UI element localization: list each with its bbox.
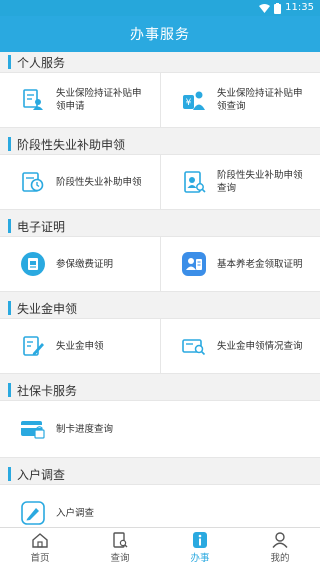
section-header-card: 社保卡服务 [0, 380, 320, 400]
section-header-survey: 入户调查 [0, 464, 320, 484]
section-title: 电子证明 [17, 219, 66, 234]
service-label: 失业金申领情况查询 [217, 340, 303, 352]
info-icon [193, 531, 207, 548]
section-header-personal: 个人服务 [0, 52, 320, 72]
service-item-phased-query[interactable]: 阶段性失业补助申领查询 [160, 155, 320, 209]
home-icon [32, 532, 48, 548]
section-accent [8, 467, 11, 481]
section-title: 个人服务 [17, 55, 66, 70]
tab-label: 办事 [190, 552, 210, 564]
section-accent [8, 55, 11, 69]
battery-icon [274, 2, 282, 14]
service-item-subsidy-apply[interactable]: 失业保险持证补贴申领申请 [0, 73, 160, 127]
service-label: 制卡进度查询 [56, 423, 114, 435]
section-accent [8, 137, 11, 151]
calendar-clock-icon [20, 169, 46, 195]
search-person-icon [181, 169, 207, 195]
section-header-certificates: 电子证明 [0, 216, 320, 236]
section-accent [8, 219, 11, 233]
service-label: 基本养老金领取证明 [217, 258, 303, 270]
card-lock-icon [20, 416, 46, 442]
tab-home[interactable]: 首页 [0, 528, 80, 567]
status-bar: 11:35 [0, 0, 320, 16]
title-bar: 办事服务 [0, 16, 320, 52]
section-title: 入户调查 [17, 467, 66, 482]
service-item-phased-apply[interactable]: 阶段性失业补助申领 [0, 155, 160, 209]
section-row-certificates: 参保缴费证明 基本养老金领取证明 [0, 236, 320, 292]
query-icon [113, 531, 128, 548]
service-item-unemployment-query[interactable]: 失业金申领情况查询 [160, 319, 320, 373]
svg-text:¥: ¥ [186, 98, 192, 108]
service-item-card-progress[interactable]: 制卡进度查询 [0, 401, 320, 457]
service-list[interactable]: 个人服务 失业保险持证补贴申领申请 ¥ 失业保险持证补贴申领查询 阶段性失业补助… [0, 52, 320, 527]
section-accent [8, 383, 11, 397]
user-icon [272, 531, 288, 548]
section-title: 失业金申领 [17, 301, 78, 316]
service-item-pension-proof[interactable]: 基本养老金领取证明 [160, 237, 320, 291]
certificate-icon [20, 251, 46, 277]
service-label: 阶段性失业补助申领 [56, 176, 142, 188]
service-item-household-survey[interactable]: 入户调查 [0, 485, 320, 527]
tab-services[interactable]: 办事 [160, 528, 240, 567]
section-title: 社保卡服务 [17, 383, 78, 398]
status-time: 11:35 [285, 2, 314, 13]
service-item-unemployment-apply[interactable]: 失业金申领 [0, 319, 160, 373]
tab-label: 首页 [30, 552, 50, 564]
bottom-tab-bar: 首页 查询 办事 我的 [0, 527, 320, 567]
section-header-phased: 阶段性失业补助申领 [0, 134, 320, 154]
section-row-survey: 入户调查 [0, 484, 320, 527]
card-search-icon [181, 333, 207, 359]
section-row-phased: 阶段性失业补助申领 阶段性失业补助申领查询 [0, 154, 320, 210]
status-icons: 11:35 [259, 2, 314, 14]
section-header-unemployment: 失业金申领 [0, 298, 320, 318]
section-row-personal: 失业保险持证补贴申领申请 ¥ 失业保险持证补贴申领查询 [0, 72, 320, 128]
service-label: 阶段性失业补助申领查询 [217, 170, 303, 194]
money-person-icon: ¥ [181, 87, 207, 113]
service-item-contribution-proof[interactable]: 参保缴费证明 [0, 237, 160, 291]
tab-mine[interactable]: 我的 [240, 528, 320, 567]
edit-form-icon [20, 333, 46, 359]
page-title: 办事服务 [130, 27, 190, 43]
service-item-subsidy-query[interactable]: ¥ 失业保险持证补贴申领查询 [160, 73, 320, 127]
service-label: 参保缴费证明 [56, 258, 114, 270]
section-row-unemployment: 失业金申领 失业金申领情况查询 [0, 318, 320, 374]
document-person-icon [20, 87, 46, 113]
tab-label: 查询 [110, 552, 130, 564]
pencil-survey-icon [20, 500, 46, 526]
section-row-card: 制卡进度查询 [0, 400, 320, 458]
service-label: 失业金申领 [56, 340, 104, 352]
section-accent [8, 301, 11, 315]
tab-label: 我的 [270, 552, 290, 564]
service-label: 失业保险持证补贴申领申请 [56, 88, 142, 112]
service-label: 入户调查 [56, 507, 95, 519]
section-title: 阶段性失业补助申领 [17, 137, 126, 152]
service-label: 失业保险持证补贴申领查询 [217, 88, 303, 112]
wifi-icon [259, 3, 271, 13]
tab-query[interactable]: 查询 [80, 528, 160, 567]
pension-certificate-icon [181, 251, 207, 277]
